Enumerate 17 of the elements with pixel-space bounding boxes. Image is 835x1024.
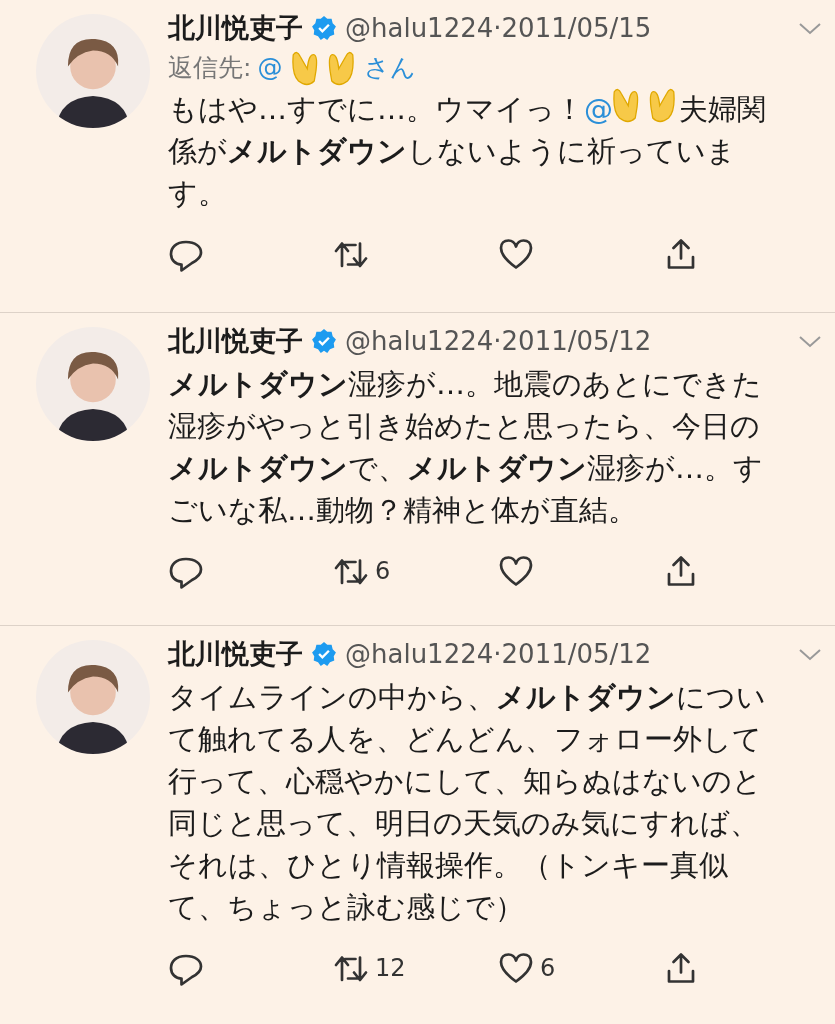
retweet-button[interactable]: 6 <box>333 553 498 589</box>
handle-and-date: @halu1224·2011/05/15 <box>345 13 652 43</box>
handle-and-date: @halu1224·2011/05/12 <box>345 326 652 356</box>
tweet-text: もはや…すでに…。ウマイっ！@ 夫婦関係がメルトダウンしないように祈っています。 <box>168 88 777 214</box>
like-icon <box>498 950 534 986</box>
user-name[interactable]: 北川悦吏子 <box>168 10 303 46</box>
user-name[interactable]: 北川悦吏子 <box>168 636 303 672</box>
handle-and-date: @halu1224·2011/05/12 <box>345 639 652 669</box>
like-icon <box>498 553 534 589</box>
like-button[interactable]: 6 <box>498 950 663 986</box>
mention-suffix: さん <box>364 51 417 84</box>
retweet-button[interactable]: 12 <box>333 950 498 986</box>
tweet-text: タイムラインの中から、メルトダウンについて触れてる人を、どんどん、フォロー外して行って、心穏やかにして、知らぬはないのと同じと思って、明日の天気のみ気にすれば、それは、ひとり情報操作。（トンキー真似て、ちょっと詠む感じで） <box>168 679 767 926</box>
tweet-text: メルトダウン湿疹が…。地震のあとにできた湿疹がやっと引き始めたと思ったら、今日のメルトダウンで、メルトダウン湿疹が…。すごいな私…動物？精神と体が直結。 <box>168 366 764 529</box>
like-icon <box>498 236 534 272</box>
user-name[interactable]: 北川悦吏子 <box>168 323 303 359</box>
reply-to-label: 返信先: <box>168 51 252 84</box>
